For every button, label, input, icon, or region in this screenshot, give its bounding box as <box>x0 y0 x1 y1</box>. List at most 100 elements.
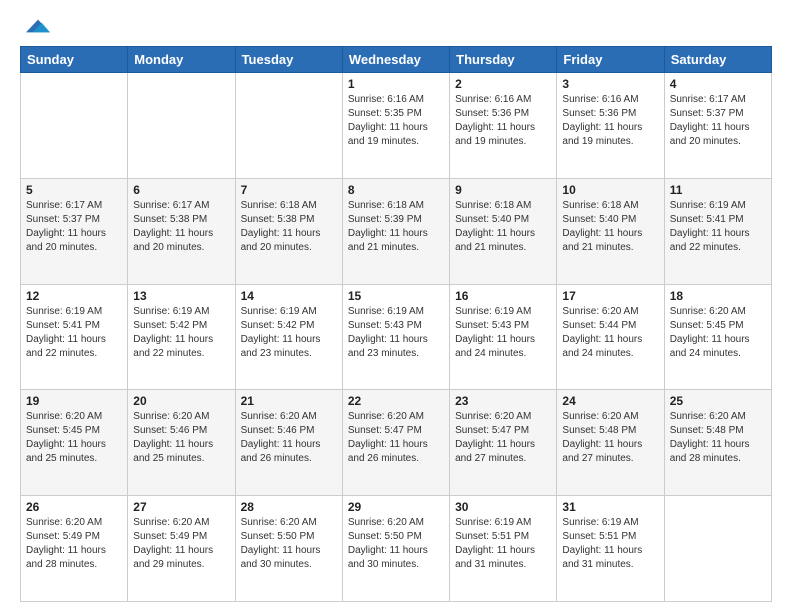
table-row: 21 Sunrise: 6:20 AMSunset: 5:46 PMDayligh… <box>235 390 342 496</box>
day-number: 18 <box>670 289 766 303</box>
day-number: 10 <box>562 183 658 197</box>
table-row: 29 Sunrise: 6:20 AMSunset: 5:50 PMDayligh… <box>342 496 449 602</box>
day-info: Sunrise: 6:20 AMSunset: 5:50 PMDaylight:… <box>241 516 337 572</box>
day-number: 3 <box>562 77 658 91</box>
day-number: 14 <box>241 289 337 303</box>
table-row: 15 Sunrise: 6:19 AMSunset: 5:43 PMDayligh… <box>342 284 449 390</box>
day-number: 13 <box>133 289 229 303</box>
table-row: 3 Sunrise: 6:16 AMSunset: 5:36 PMDaylight… <box>557 73 664 179</box>
table-row: 11Sunrise: 6:19 AMSunset: 5:41 PMDayligh… <box>664 178 771 284</box>
day-number: 29 <box>348 500 444 514</box>
day-number: 1 <box>348 77 444 91</box>
table-row: 25 Sunrise: 6:20 AMSunset: 5:48 PMDayligh… <box>664 390 771 496</box>
day-info: Sunrise: 6:20 AMSunset: 5:46 PMDaylight:… <box>241 410 337 466</box>
day-info: Sunrise: 6:20 AMSunset: 5:50 PMDaylight:… <box>348 516 444 572</box>
day-info: Sunrise: 6:19 AMSunset: 5:43 PMDaylight:… <box>455 305 551 361</box>
logo-icon <box>26 16 50 36</box>
day-info: Sunrise: 6:20 AMSunset: 5:49 PMDaylight:… <box>133 516 229 572</box>
day-number: 12 <box>26 289 122 303</box>
day-info: Sunrise: 6:20 AMSunset: 5:46 PMDaylight:… <box>133 410 229 466</box>
day-info: Sunrise: 6:20 AMSunset: 5:47 PMDaylight:… <box>455 410 551 466</box>
day-info: Sunrise: 6:20 AMSunset: 5:48 PMDaylight:… <box>670 410 766 466</box>
day-info: Sunrise: 6:19 AMSunset: 5:51 PMDaylight:… <box>455 516 551 572</box>
day-info: Sunrise: 6:18 AMSunset: 5:39 PMDaylight:… <box>348 199 444 255</box>
day-number: 22 <box>348 394 444 408</box>
table-row: 30 Sunrise: 6:19 AMSunset: 5:51 PMDayligh… <box>450 496 557 602</box>
day-number: 17 <box>562 289 658 303</box>
day-number: 19 <box>26 394 122 408</box>
day-number: 6 <box>133 183 229 197</box>
day-number: 20 <box>133 394 229 408</box>
col-monday: Monday <box>128 47 235 73</box>
table-row: 20 Sunrise: 6:20 AMSunset: 5:46 PMDayligh… <box>128 390 235 496</box>
table-row: 6 Sunrise: 6:17 AMSunset: 5:38 PMDaylight… <box>128 178 235 284</box>
day-number: 21 <box>241 394 337 408</box>
table-row: 2 Sunrise: 6:16 AMSunset: 5:36 PMDaylight… <box>450 73 557 179</box>
table-row: 27 Sunrise: 6:20 AMSunset: 5:49 PMDayligh… <box>128 496 235 602</box>
table-row <box>21 73 128 179</box>
table-row: 1 Sunrise: 6:16 AMSunset: 5:35 PMDaylight… <box>342 73 449 179</box>
table-row: 18 Sunrise: 6:20 AMSunset: 5:45 PMDayligh… <box>664 284 771 390</box>
col-tuesday: Tuesday <box>235 47 342 73</box>
calendar-table: Sunday Monday Tuesday Wednesday Thursday… <box>20 46 772 602</box>
table-row: 14 Sunrise: 6:19 AMSunset: 5:42 PMDayligh… <box>235 284 342 390</box>
day-number: 8 <box>348 183 444 197</box>
table-row: 26 Sunrise: 6:20 AMSunset: 5:49 PMDayligh… <box>21 496 128 602</box>
day-info: Sunrise: 6:19 AMSunset: 5:51 PMDaylight:… <box>562 516 658 572</box>
table-row: 5Sunrise: 6:17 AMSunset: 5:37 PMDaylight… <box>21 178 128 284</box>
table-row: 12Sunrise: 6:19 AMSunset: 5:41 PMDayligh… <box>21 284 128 390</box>
page: Sunday Monday Tuesday Wednesday Thursday… <box>0 0 792 612</box>
table-row <box>128 73 235 179</box>
day-info: Sunrise: 6:16 AMSunset: 5:36 PMDaylight:… <box>455 93 551 149</box>
day-info: Sunrise: 6:17 AMSunset: 5:37 PMDaylight:… <box>670 93 766 149</box>
logo <box>20 16 50 36</box>
table-row: 28 Sunrise: 6:20 AMSunset: 5:50 PMDayligh… <box>235 496 342 602</box>
day-number: 26 <box>26 500 122 514</box>
table-row: 24Sunrise: 6:20 AMSunset: 5:48 PMDayligh… <box>557 390 664 496</box>
table-row: 19 Sunrise: 6:20 AMSunset: 5:45 PMDayligh… <box>21 390 128 496</box>
table-row: 8 Sunrise: 6:18 AMSunset: 5:39 PMDaylight… <box>342 178 449 284</box>
day-number: 23 <box>455 394 551 408</box>
table-row: 9 Sunrise: 6:18 AMSunset: 5:40 PMDaylight… <box>450 178 557 284</box>
day-number: 27 <box>133 500 229 514</box>
day-number: 5 <box>26 183 122 197</box>
table-row: 31 Sunrise: 6:19 AMSunset: 5:51 PMDayligh… <box>557 496 664 602</box>
day-number: 31 <box>562 500 658 514</box>
col-thursday: Thursday <box>450 47 557 73</box>
table-row: 4Sunrise: 6:17 AMSunset: 5:37 PMDaylight… <box>664 73 771 179</box>
day-info: Sunrise: 6:20 AMSunset: 5:45 PMDaylight:… <box>26 410 122 466</box>
day-info: Sunrise: 6:16 AMSunset: 5:35 PMDaylight:… <box>348 93 444 149</box>
table-row: 16 Sunrise: 6:19 AMSunset: 5:43 PMDayligh… <box>450 284 557 390</box>
day-number: 2 <box>455 77 551 91</box>
col-wednesday: Wednesday <box>342 47 449 73</box>
day-number: 9 <box>455 183 551 197</box>
day-number: 15 <box>348 289 444 303</box>
table-row: 23 Sunrise: 6:20 AMSunset: 5:47 PMDayligh… <box>450 390 557 496</box>
table-row: 17 Sunrise: 6:20 AMSunset: 5:44 PMDayligh… <box>557 284 664 390</box>
table-row: 13 Sunrise: 6:19 AMSunset: 5:42 PMDayligh… <box>128 284 235 390</box>
table-row: 22 Sunrise: 6:20 AMSunset: 5:47 PMDayligh… <box>342 390 449 496</box>
table-row: 10 Sunrise: 6:18 AMSunset: 5:40 PMDayligh… <box>557 178 664 284</box>
header <box>20 16 772 36</box>
day-info: Sunrise: 6:20 AMSunset: 5:47 PMDaylight:… <box>348 410 444 466</box>
day-info: Sunrise: 6:20 AMSunset: 5:45 PMDaylight:… <box>670 305 766 361</box>
day-info: Sunrise: 6:18 AMSunset: 5:40 PMDaylight:… <box>455 199 551 255</box>
day-info: Sunrise: 6:18 AMSunset: 5:38 PMDaylight:… <box>241 199 337 255</box>
day-info: Sunrise: 6:20 AMSunset: 5:49 PMDaylight:… <box>26 516 122 572</box>
day-info: Sunrise: 6:20 AMSunset: 5:44 PMDaylight:… <box>562 305 658 361</box>
day-number: 25 <box>670 394 766 408</box>
day-info: Sunrise: 6:16 AMSunset: 5:36 PMDaylight:… <box>562 93 658 149</box>
day-number: 30 <box>455 500 551 514</box>
day-info: Sunrise: 6:19 AMSunset: 5:42 PMDaylight:… <box>241 305 337 361</box>
day-info: Sunrise: 6:19 AMSunset: 5:43 PMDaylight:… <box>348 305 444 361</box>
day-info: Sunrise: 6:20 AMSunset: 5:48 PMDaylight:… <box>562 410 658 466</box>
table-row: 7Sunrise: 6:18 AMSunset: 5:38 PMDaylight… <box>235 178 342 284</box>
day-info: Sunrise: 6:18 AMSunset: 5:40 PMDaylight:… <box>562 199 658 255</box>
day-info: Sunrise: 6:17 AMSunset: 5:38 PMDaylight:… <box>133 199 229 255</box>
col-sunday: Sunday <box>21 47 128 73</box>
day-number: 11 <box>670 183 766 197</box>
day-number: 16 <box>455 289 551 303</box>
col-saturday: Saturday <box>664 47 771 73</box>
day-info: Sunrise: 6:19 AMSunset: 5:42 PMDaylight:… <box>133 305 229 361</box>
day-number: 28 <box>241 500 337 514</box>
